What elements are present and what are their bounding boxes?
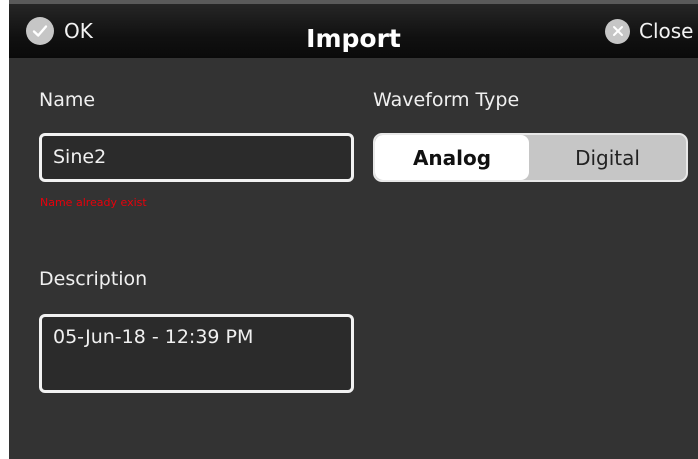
waveform-digital-option[interactable]: Digital [529, 135, 686, 180]
title-bar: OK Import Close [9, 0, 698, 58]
waveform-analog-option[interactable]: Analog [375, 135, 529, 180]
waveform-type-selector: Analog Digital [373, 133, 688, 182]
import-dialog: OK Import Close Name Sine2 Name already … [9, 0, 698, 459]
name-input[interactable]: Sine2 [39, 133, 354, 182]
name-label: Name [39, 89, 96, 111]
name-error-message: Name already exist [40, 196, 147, 209]
description-input[interactable]: 05-Jun-18 - 12:39 PM [39, 314, 354, 393]
waveform-type-label: Waveform Type [373, 89, 520, 111]
x-circle-icon [605, 18, 630, 44]
description-label: Description [39, 268, 148, 290]
close-label: Close [639, 19, 694, 43]
dialog-title: Import [306, 24, 401, 53]
close-button[interactable]: Close [605, 16, 693, 46]
